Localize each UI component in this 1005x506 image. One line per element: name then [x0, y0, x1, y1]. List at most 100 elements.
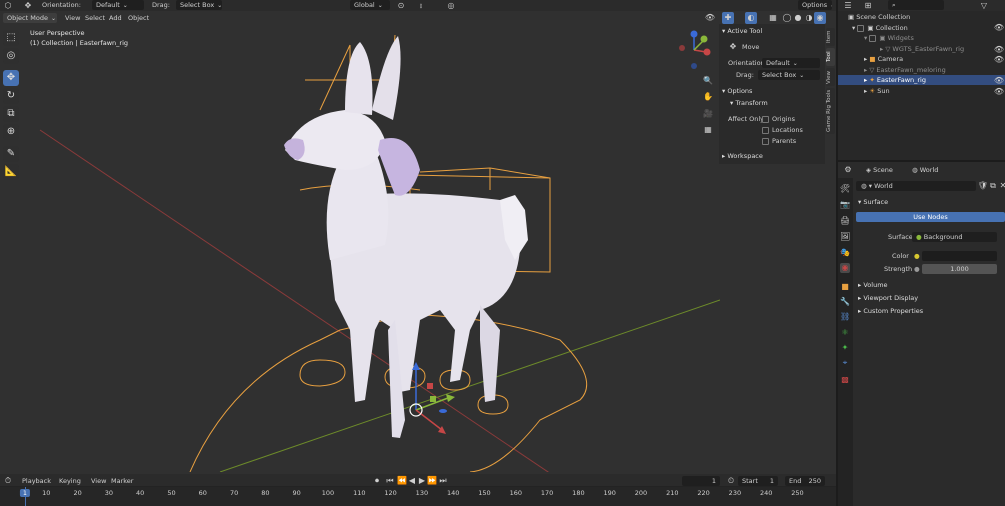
select-box-tool[interactable]: ⬚: [3, 30, 19, 46]
rotate-tool[interactable]: ↻: [3, 88, 19, 104]
color-swatch[interactable]: [922, 251, 997, 261]
outliner-meloring[interactable]: ▸ ▽ EasterFawn_meloring: [864, 65, 946, 75]
tool-properties-icon[interactable]: 🛠: [840, 184, 850, 194]
outliner-rig[interactable]: ▸ ✦ EasterFawn_rig: [864, 75, 926, 85]
editor-type-icon[interactable]: ⬡: [2, 0, 14, 12]
strength-field[interactable]: 1.000: [922, 264, 997, 274]
render-properties-icon[interactable]: 📷: [840, 200, 850, 210]
tab-item[interactable]: Item: [826, 28, 835, 46]
use-nodes-button[interactable]: Use Nodes: [856, 212, 1005, 222]
outliner-wgts-rig[interactable]: ▸ ▽ WGTS_EasterFawn_rig: [880, 44, 964, 54]
world-breadcrumb[interactable]: ◍ World: [912, 165, 938, 175]
outliner-camera[interactable]: ▸ ■ Camera: [864, 54, 903, 64]
eye-visibility-icon[interactable]: 👁: [993, 54, 1005, 66]
navigation-gizmo[interactable]: [674, 28, 716, 72]
jump-end-icon[interactable]: ⏭: [437, 475, 449, 487]
tab-tool[interactable]: Tool: [826, 48, 835, 66]
timeline-menu-marker[interactable]: Marker: [111, 476, 133, 486]
workspace-header[interactable]: ▸ Workspace: [722, 151, 763, 162]
proportional-edit-icon[interactable]: ◎: [445, 0, 457, 12]
options-header[interactable]: ▾ Options: [722, 86, 752, 97]
options-dropdown[interactable]: Options: [798, 0, 832, 10]
display-mode-icon[interactable]: ⊞: [862, 0, 874, 12]
drag-value: Select Box: [180, 1, 215, 9]
scene-properties-icon[interactable]: 🎭: [840, 248, 850, 258]
panel-orientation-dropdown[interactable]: Default: [762, 58, 820, 68]
pan-hand-icon[interactable]: ✋: [702, 91, 714, 103]
modifier-properties-icon[interactable]: 🔧: [840, 297, 850, 307]
world-name-field[interactable]: ◍ ▾ World: [856, 181, 976, 191]
outliner-scene-collection[interactable]: ▣ Scene Collection: [848, 12, 910, 22]
transform-tool[interactable]: ⊕: [3, 124, 19, 140]
active-tool-header[interactable]: ▾ Active Tool: [722, 26, 762, 37]
pivot-icon[interactable]: ⊙: [395, 0, 407, 12]
camera-view-icon[interactable]: 🎥: [702, 108, 714, 120]
volume-header[interactable]: ▸ Volume: [858, 280, 888, 291]
rendered-shading-icon[interactable]: ◉: [814, 12, 826, 24]
outliner-search-input[interactable]: ⌕: [888, 0, 944, 10]
surface-field[interactable]: ● Background: [912, 232, 997, 242]
snap-icon[interactable]: ⦂: [415, 0, 427, 12]
view-layer-icon[interactable]: 🖼: [840, 232, 850, 242]
start-frame-field[interactable]: Start 1: [738, 476, 778, 486]
unlink-icon[interactable]: ✕: [997, 180, 1005, 192]
record-icon[interactable]: ⏺: [371, 475, 383, 487]
jump-start-icon[interactable]: ⏮: [384, 475, 396, 487]
locations-checkbox[interactable]: Locations: [762, 125, 803, 135]
parents-checkbox[interactable]: Parents: [762, 136, 796, 146]
visibility-icon[interactable]: 👁: [704, 12, 716, 24]
eye-visibility-icon[interactable]: 👁: [993, 86, 1005, 98]
properties-editor-icon[interactable]: ⚙: [842, 164, 854, 176]
preview-range-icon[interactable]: ⏲: [725, 475, 737, 487]
viewport-display-header[interactable]: ▸ Viewport Display: [858, 293, 918, 304]
measure-tool[interactable]: 📐: [3, 164, 19, 180]
filter-icon[interactable]: ▽: [978, 0, 990, 12]
overlay-toggle-icon[interactable]: ◐: [745, 12, 757, 24]
menu-view[interactable]: View: [65, 13, 80, 23]
tab-game-rig-tools[interactable]: Game Rig Tools: [826, 88, 835, 134]
grid-view-icon[interactable]: ▦: [702, 124, 714, 136]
menu-add[interactable]: Add: [109, 13, 122, 23]
timeline-menu-playback[interactable]: Playback: [22, 476, 51, 486]
object-properties-icon[interactable]: ■: [840, 282, 850, 292]
outliner-sun[interactable]: ▸ ☀ Sun: [864, 86, 890, 96]
move-tool[interactable]: ✥: [3, 70, 19, 86]
menu-object[interactable]: Object: [128, 13, 149, 23]
drag-dropdown[interactable]: Select Box: [176, 0, 222, 10]
output-properties-icon[interactable]: 🖨: [840, 216, 850, 226]
scene-breadcrumb[interactable]: ◈ Scene: [866, 165, 893, 175]
bone-properties-icon[interactable]: ⌖: [840, 358, 850, 368]
orientation-dropdown[interactable]: Default: [92, 0, 144, 10]
gizmo-toggle-icon[interactable]: ✚: [722, 12, 734, 24]
physics-properties-icon[interactable]: ⚛: [840, 328, 850, 338]
scale-tool[interactable]: ⧉: [3, 106, 19, 122]
outliner-label: Scene Collection: [856, 13, 911, 21]
end-frame-field[interactable]: End 250: [785, 476, 825, 486]
world-properties-icon[interactable]: ◉: [840, 263, 850, 273]
zoom-icon[interactable]: 🔍: [702, 75, 714, 87]
tab-view[interactable]: View: [826, 68, 835, 86]
data-properties-icon[interactable]: ✦: [840, 343, 850, 353]
panel-drag-dropdown[interactable]: Select Box: [758, 70, 820, 80]
viewport-scene[interactable]: [0, 24, 720, 472]
outliner-collection[interactable]: ▾ ▣ Collection: [852, 23, 908, 33]
custom-properties-header[interactable]: ▸ Custom Properties: [858, 306, 923, 317]
outliner-editor-icon[interactable]: ☰: [842, 0, 854, 12]
transform-orientation-dropdown[interactable]: Global: [350, 0, 390, 10]
transform-header[interactable]: ▾ Transform: [730, 98, 768, 109]
cursor-tool[interactable]: ◎: [3, 48, 19, 64]
timeline-menu-view[interactable]: View: [91, 476, 106, 486]
current-frame-field[interactable]: 1: [682, 476, 720, 486]
texture-properties-icon[interactable]: ▩: [840, 375, 850, 385]
mode-dropdown[interactable]: Object Mode: [3, 13, 57, 23]
timeline-menu-keying[interactable]: Keying: [59, 476, 81, 486]
xray-icon[interactable]: ▦: [767, 12, 779, 24]
constraint-properties-icon[interactable]: ⛓: [840, 312, 850, 322]
eye-visibility-icon[interactable]: 👁: [993, 22, 1005, 34]
timeline-editor-icon[interactable]: ⏱: [2, 475, 14, 487]
annotate-tool[interactable]: ✎: [3, 146, 19, 162]
outliner-widgets[interactable]: ▾ ▣ Widgets: [864, 33, 914, 43]
surface-header[interactable]: ▾ Surface: [858, 197, 888, 208]
menu-select[interactable]: Select: [85, 13, 105, 23]
origins-checkbox[interactable]: Origins: [762, 114, 795, 124]
